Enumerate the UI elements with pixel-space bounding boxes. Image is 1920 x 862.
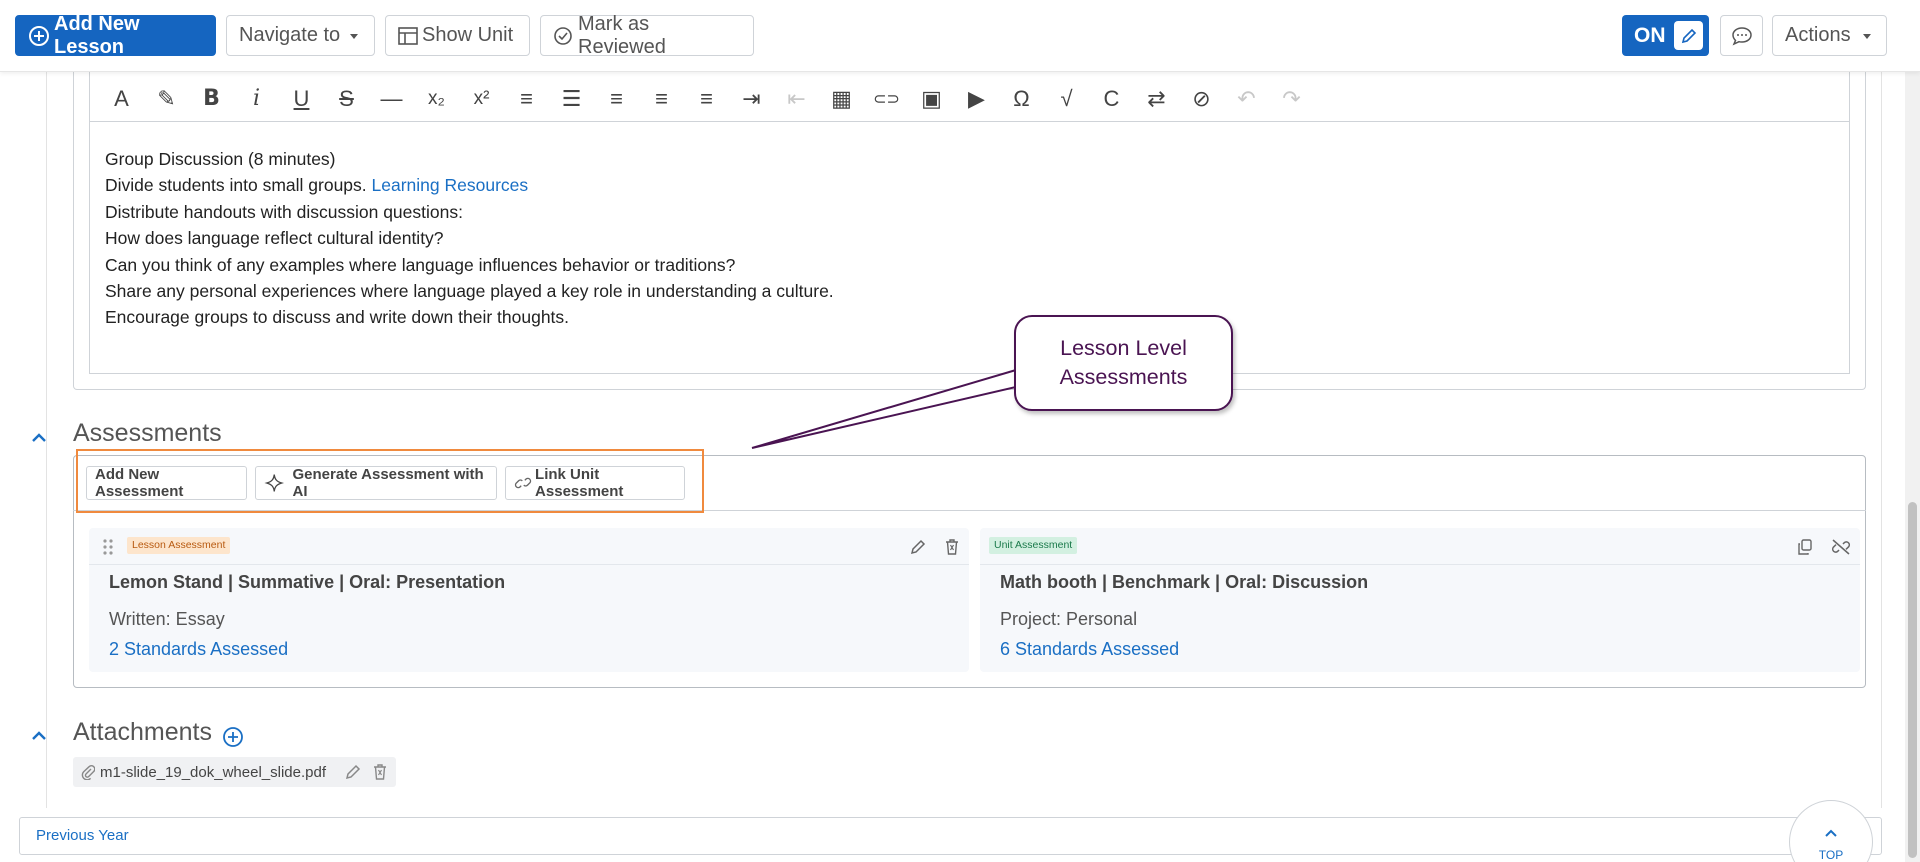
add-new-lesson-button[interactable]: Add New Lesson	[15, 12, 216, 58]
edit-mode-label: ON	[1634, 23, 1666, 47]
callout-pointer	[751, 368, 1017, 449]
show-unit-button[interactable]: Show Unit	[385, 15, 530, 56]
navigate-to-label: Navigate to	[239, 24, 341, 46]
actions-label: Actions	[1785, 24, 1851, 46]
comments-button[interactable]	[1720, 15, 1763, 56]
layout-icon	[398, 26, 418, 45]
top-toolbar: Add New Lesson Navigate to Show Unit Mar…	[0, 0, 1920, 72]
navigate-to-dropdown[interactable]: Navigate to	[226, 15, 375, 56]
callout-line-1: Lesson Level	[1060, 336, 1187, 360]
top-label: TOP	[1818, 848, 1844, 862]
caret-down-icon	[1862, 33, 1871, 39]
callout-line-2: Assessments	[1059, 365, 1188, 389]
add-new-lesson-label: Add New Lesson	[54, 12, 140, 58]
mark-as-reviewed-button[interactable]: Mark as Reviewed	[540, 12, 754, 58]
actions-dropdown[interactable]: Actions	[1772, 15, 1887, 56]
edit-mode-toggle[interactable]: ON	[1622, 15, 1709, 56]
caret-down-icon	[350, 33, 359, 39]
plus-circle-icon	[29, 25, 49, 46]
speech-bubble-icon	[1731, 26, 1752, 45]
pencil-icon	[1674, 21, 1703, 50]
chevron-up-icon	[1790, 825, 1872, 843]
show-unit-label: Show Unit	[422, 24, 514, 46]
mark-as-reviewed-label: Mark as Reviewed	[578, 12, 666, 58]
check-circle-icon	[554, 26, 572, 45]
lesson-level-assessments-callout: Lesson Level Assessments	[1014, 315, 1233, 411]
